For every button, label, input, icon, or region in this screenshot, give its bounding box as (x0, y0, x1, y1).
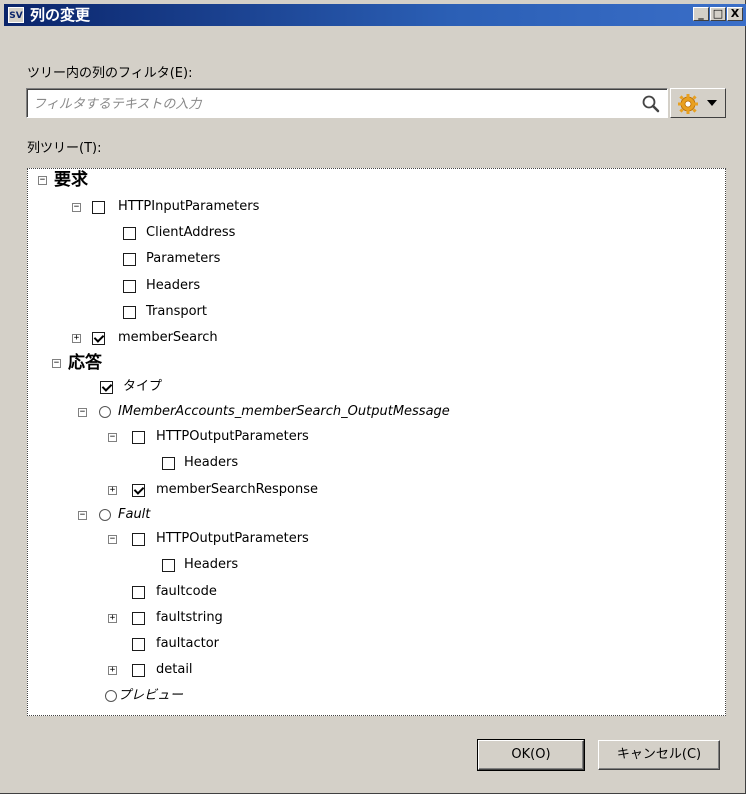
tree-checkbox[interactable] (162, 457, 175, 470)
expand-icon[interactable]: + (108, 486, 117, 495)
tree-row[interactable]: タイプ (28, 376, 718, 398)
tree-item-label: Headers (184, 557, 239, 572)
tree-checkbox[interactable] (123, 227, 136, 240)
tree-item-label: faultstring (156, 610, 223, 625)
tree-row[interactable]: + memberSearch (28, 327, 718, 349)
tree-row[interactable]: − Fault (28, 504, 718, 526)
tree-radio[interactable] (99, 509, 111, 521)
tree-checkbox[interactable] (132, 533, 145, 546)
cancel-button[interactable]: キャンセル(C) (598, 740, 720, 770)
tree-checkbox[interactable] (123, 253, 136, 266)
tree-item-label: faultcode (156, 584, 217, 599)
ok-button[interactable]: OK(O) (477, 739, 585, 771)
collapse-icon[interactable]: − (108, 535, 117, 544)
tree-row[interactable]: Parameters (28, 248, 718, 270)
tree-row[interactable]: − 応答 (28, 352, 718, 374)
tree-row[interactable]: − HTTPInputParameters (28, 196, 718, 218)
tree-item-label: プレビュー (118, 688, 184, 703)
close-button[interactable]: X (727, 7, 743, 21)
column-tree[interactable]: − 要求 − HTTPInputParameters ClientAddress Para… (27, 168, 726, 716)
tree-label: 列ツリー(T): (27, 141, 102, 156)
tree-item-label: Transport (146, 304, 208, 319)
tree-checkbox[interactable] (132, 638, 145, 651)
tree-checkbox[interactable] (92, 332, 105, 345)
tree-item-label: HTTPInputParameters (118, 199, 260, 214)
tree-row[interactable]: プレビュー (28, 685, 718, 707)
tree-row[interactable]: + faultstring (28, 607, 718, 629)
tree-row[interactable]: + detail (28, 659, 718, 681)
tree-row[interactable]: − IMemberAccounts_memberSearch_OutputMess… (28, 401, 718, 423)
tree-row[interactable]: − 要求 (28, 169, 718, 191)
tree-row[interactable]: + memberSearchResponse (28, 479, 718, 501)
window-title: 列の変更 (30, 6, 91, 24)
gear-icon (678, 94, 698, 114)
dialog-window: SV 列の変更 _ □ X ツリー内の列のフィルタ(E): フィルタするテキスト… (0, 0, 746, 794)
tree-row[interactable]: ClientAddress (28, 222, 718, 244)
tree-row[interactable]: Headers (28, 275, 718, 297)
tree-row[interactable]: faultcode (28, 581, 718, 603)
tree-item-label: memberSearch (118, 330, 218, 345)
tree-checkbox[interactable] (132, 484, 145, 497)
tree-radio[interactable] (105, 690, 117, 702)
tree-row[interactable]: Transport (28, 301, 718, 323)
collapse-icon[interactable]: − (78, 408, 87, 417)
tree-item-label: 応答 (68, 353, 102, 373)
tree-checkbox[interactable] (132, 664, 145, 677)
expand-icon[interactable]: + (72, 334, 81, 343)
collapse-icon[interactable]: − (78, 511, 87, 520)
tree-row[interactable]: − HTTPOutputParameters (28, 426, 718, 448)
tree-item-label: faultactor (156, 636, 220, 651)
tree-checkbox[interactable] (132, 612, 145, 625)
tree-item-label: 要求 (54, 170, 88, 190)
tree-item-label: タイプ (123, 379, 163, 394)
tree-checkbox[interactable] (132, 586, 145, 599)
tree-row[interactable]: Headers (28, 452, 718, 474)
tree-item-label: Headers (184, 455, 239, 470)
tree-item-label: Fault (118, 507, 151, 522)
tree-row[interactable]: − HTTPOutputParameters (28, 528, 718, 550)
tree-checkbox[interactable] (100, 381, 113, 394)
title-bar[interactable]: SV 列の変更 _ □ X (4, 4, 746, 26)
collapse-icon[interactable]: − (52, 359, 61, 368)
tree-item-label: Headers (146, 278, 201, 293)
tree-item-label: IMemberAccounts_memberSearch_OutputMessa… (118, 404, 450, 419)
filter-options-button[interactable] (670, 88, 726, 118)
tree-item-label: HTTPOutputParameters (156, 531, 309, 546)
app-icon: SV (8, 7, 24, 23)
filter-field[interactable] (26, 88, 668, 118)
search-icon[interactable] (641, 94, 661, 114)
tree-item-label: ClientAddress (146, 225, 236, 240)
collapse-icon[interactable]: − (72, 203, 81, 212)
tree-checkbox[interactable] (123, 306, 136, 319)
tree-item-label: detail (156, 662, 193, 677)
collapse-icon[interactable]: − (38, 176, 47, 185)
tree-item-label: HTTPOutputParameters (156, 429, 309, 444)
tree-item-label: Parameters (146, 251, 221, 266)
tree-checkbox[interactable] (132, 431, 145, 444)
tree-checkbox[interactable] (123, 280, 136, 293)
tree-row[interactable]: faultactor (28, 633, 718, 655)
tree-checkbox[interactable] (162, 559, 175, 572)
expand-icon[interactable]: + (108, 666, 117, 675)
minimize-button[interactable]: _ (693, 7, 709, 21)
tree-checkbox[interactable] (92, 201, 105, 214)
maximize-button[interactable]: □ (710, 7, 726, 21)
chevron-down-icon (707, 100, 717, 106)
tree-radio[interactable] (99, 406, 111, 418)
filter-input[interactable] (31, 93, 635, 115)
filter-label: ツリー内の列のフィルタ(E): (27, 66, 193, 81)
collapse-icon[interactable]: − (108, 433, 117, 442)
expand-icon[interactable]: + (108, 614, 117, 623)
tree-row[interactable]: Headers (28, 554, 718, 576)
tree-item-label: memberSearchResponse (156, 482, 319, 497)
